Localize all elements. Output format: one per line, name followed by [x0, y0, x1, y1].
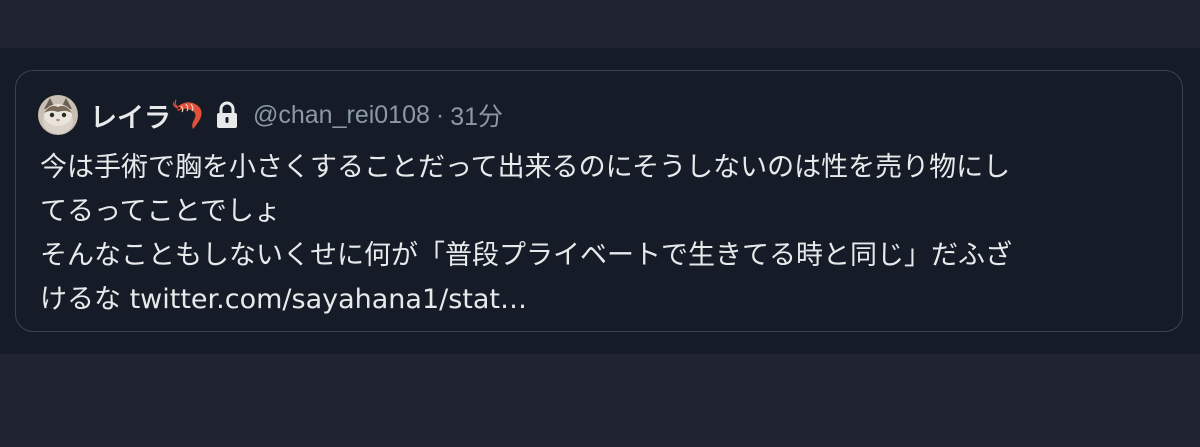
quoted-tweet-text: 今は手術で胸を小さくすることだって出来るのにそうしないのは性を売り物にし てるっ…: [40, 146, 1160, 322]
top-background: [0, 0, 1200, 48]
cat-avatar-icon: [38, 95, 78, 135]
avatar[interactable]: [38, 95, 78, 135]
timestamp[interactable]: 31分: [450, 97, 503, 133]
lock-icon: [215, 100, 239, 130]
tweet-text-line: てるってことでしょ: [40, 196, 281, 227]
user-handle[interactable]: @chan_rei0108: [253, 101, 430, 130]
quoted-tweet-header: レイラ @chan_rei0108 · 31分: [38, 94, 503, 136]
separator-dot: ·: [435, 100, 445, 129]
tweet-text-line: そんなこともしないくせに何が「普段プライベートで生きてる時と同じ」だふざ: [40, 240, 1012, 271]
bottom-background: [0, 354, 1200, 447]
tweet-text-line: けるな twitter.com/sayahana1/stat…: [40, 284, 528, 315]
display-name[interactable]: レイラ: [90, 96, 171, 135]
tweet-text-line: 今は手術で胸を小さくすることだって出来るのにそうしないのは性を売り物にし: [40, 152, 1011, 183]
shrimp-icon: [172, 99, 207, 131]
